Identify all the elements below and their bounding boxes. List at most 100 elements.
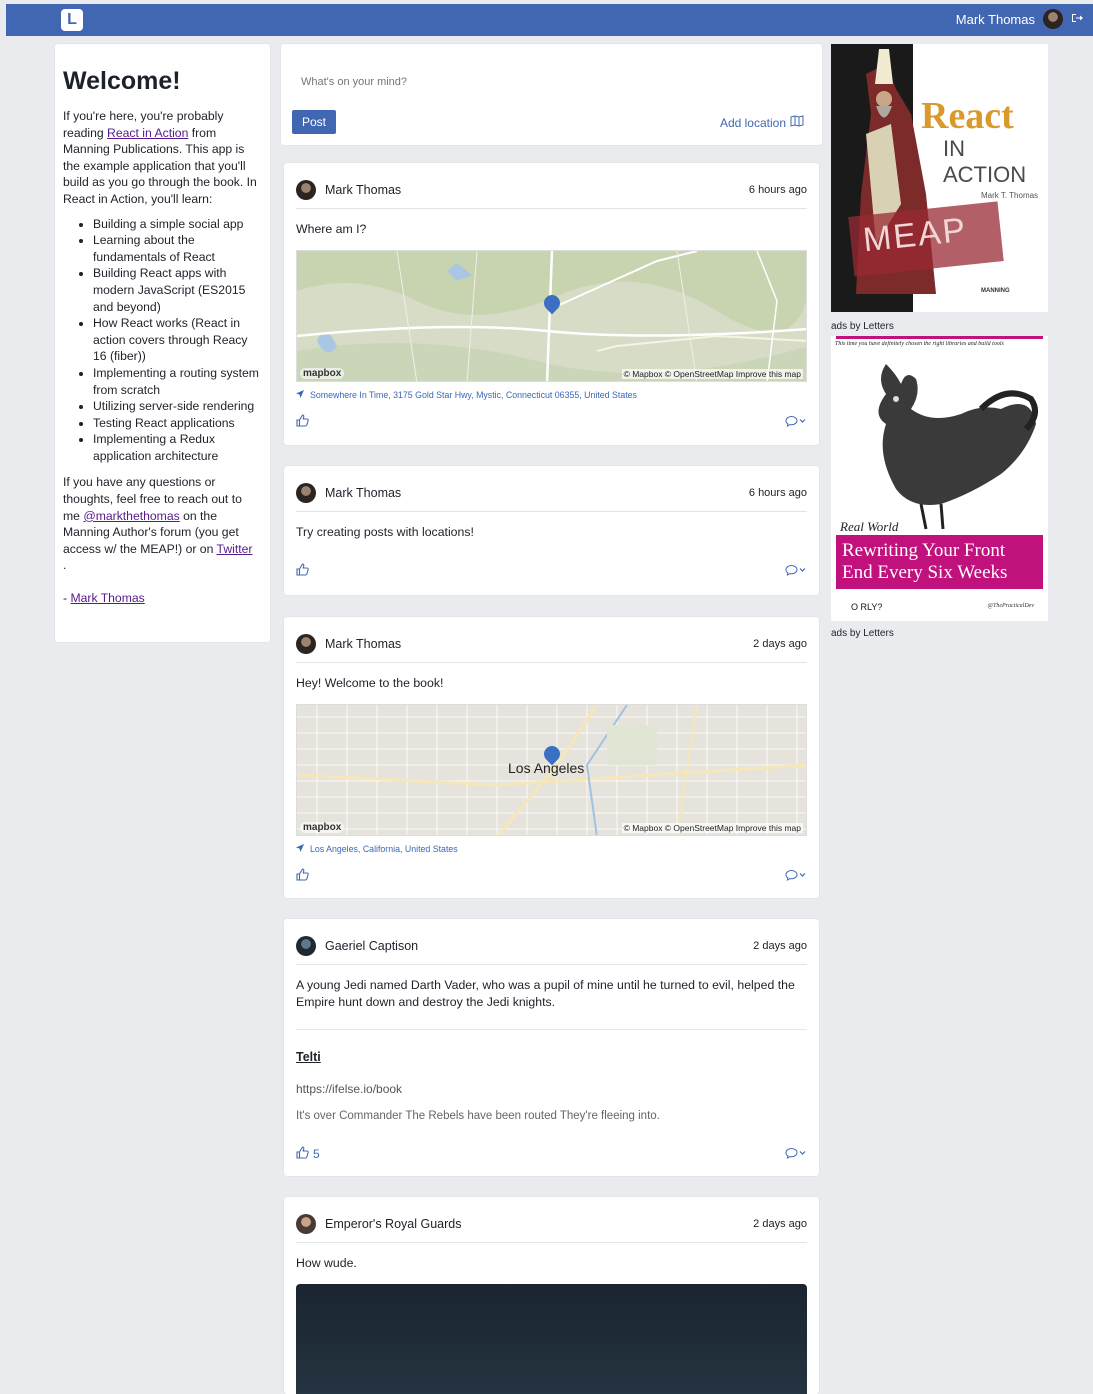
post-timestamp: 6 hours ago	[748, 183, 807, 196]
post-button[interactable]: Post	[292, 110, 337, 134]
author-avatar[interactable]	[296, 935, 316, 956]
feed-post: Emperor's Royal Guards 2 days ago How wu…	[284, 1197, 819, 1394]
ad-attribution: ads by Letters	[831, 628, 894, 639]
book-link[interactable]: React in Action	[107, 126, 188, 140]
link-preview-description: It's over Commander The Rebels have been…	[296, 1110, 660, 1122]
comments-toggle[interactable]	[785, 869, 807, 884]
ad-book-subtitle: IN ACTION	[943, 136, 1027, 187]
author-avatar[interactable]	[296, 633, 316, 654]
list-item: Utilizing server-side rendering	[93, 398, 262, 415]
ad-publisher-logo: O RLY?	[851, 602, 883, 612]
ad-accent-bar	[836, 336, 1043, 339]
post-author[interactable]: Mark Thomas	[325, 486, 401, 500]
post-actions	[296, 563, 807, 579]
feed-post: Mark Thomas 6 hours ago Where am I? mapb…	[284, 163, 819, 445]
feed-post: Mark Thomas 2 days ago Hey! Welcome to t…	[284, 617, 819, 898]
link-preview-title[interactable]: Telti	[296, 1050, 807, 1064]
logout-icon[interactable]	[1071, 12, 1083, 27]
location-map[interactable]: Los Angeles mapbox © Mapbox © OpenStreet…	[296, 704, 807, 836]
map-tiles	[297, 251, 806, 381]
comment-bubble-icon	[785, 1147, 807, 1162]
post-timestamp: 2 days ago	[753, 939, 807, 952]
author-avatar[interactable]	[296, 1213, 316, 1234]
map-attribution[interactable]: © Mapbox © OpenStreetMap Improve this ma…	[621, 369, 803, 379]
like-button[interactable]	[296, 414, 309, 430]
welcome-sidebar: Welcome! If you're here, you're probably…	[55, 44, 270, 642]
post-header: Emperor's Royal Guards 2 days ago	[296, 1205, 807, 1243]
like-button[interactable]	[296, 563, 309, 579]
comment-bubble-icon	[785, 869, 807, 884]
like-count: 5	[313, 1147, 320, 1161]
welcome-signature: - Mark Thomas	[63, 591, 145, 606]
author-link[interactable]: Mark Thomas	[70, 591, 144, 605]
thumbs-up-icon	[296, 1146, 309, 1162]
map-attribution[interactable]: © Mapbox © OpenStreetMap Improve this ma…	[621, 823, 803, 833]
post-timestamp: 6 hours ago	[748, 486, 807, 499]
post-content: How wude.	[296, 1256, 357, 1270]
ad-book-publisher: MANNING	[981, 288, 1010, 294]
post-author[interactable]: Gaeriel Captison	[325, 939, 418, 953]
post-content: A young Jedi named Darth Vader, who was …	[296, 978, 795, 1009]
ad-book-author: Mark T. Thomas	[981, 191, 1039, 200]
post-composer: Post Add location	[281, 44, 822, 145]
learning-list: Building a simple social app Learning ab…	[93, 216, 262, 465]
post-location[interactable]: Los Angeles, California, United States	[296, 844, 807, 854]
post-timestamp: 2 days ago	[753, 1217, 807, 1230]
comments-toggle[interactable]	[785, 1147, 807, 1162]
comments-toggle[interactable]	[785, 415, 807, 430]
author-avatar[interactable]	[296, 482, 316, 503]
ad-book-kicker: Real World	[840, 519, 899, 534]
add-location-label: Add location	[719, 115, 786, 130]
post-content: Where am I?	[296, 222, 367, 236]
thumbs-up-icon	[296, 414, 309, 430]
thumbs-up-icon	[296, 563, 309, 579]
post-location[interactable]: Somewhere In Time, 3175 Gold Star Hwy, M…	[296, 390, 807, 400]
post-actions	[296, 868, 807, 884]
post-location-text: Los Angeles, California, United States	[310, 844, 458, 854]
user-avatar[interactable]	[1043, 9, 1063, 29]
post-image[interactable]	[296, 1284, 807, 1394]
list-item: Building React apps with modern JavaScri…	[93, 265, 262, 315]
ad-tagline: This time you have definitely chosen the…	[835, 341, 1004, 347]
post-header: Mark Thomas 2 days ago	[296, 625, 807, 663]
location-arrow-icon	[296, 390, 304, 400]
add-location-button[interactable]: Add location	[720, 115, 804, 130]
link-preview-url[interactable]: https://ifelse.io/book	[296, 1082, 807, 1096]
thumbs-up-icon	[296, 868, 309, 884]
ad-banner-react-in-action[interactable]: React IN ACTION Mark T. Thomas MEAP MANN…	[831, 44, 1048, 312]
twitter-link[interactable]: Twitter	[217, 542, 253, 556]
feed-post: Mark Thomas 6 hours ago Try creating pos…	[284, 466, 819, 595]
post-location-text: Somewhere In Time, 3175 Gold Star Hwy, M…	[310, 390, 637, 400]
post-content: Hey! Welcome to the book!	[296, 676, 444, 690]
feed-post: Gaeriel Captison 2 days ago A young Jedi…	[284, 919, 819, 1176]
list-item: Implementing a routing system from scrat…	[93, 365, 262, 398]
mapbox-logo[interactable]: mapbox	[300, 368, 345, 379]
app-logo[interactable]: L	[61, 9, 83, 31]
ad-book-title-line1: Rewriting Your Front	[842, 540, 1006, 561]
welcome-outro: If you have any questions or thoughts, f…	[63, 475, 253, 573]
nav-user-menu[interactable]: Mark Thomas	[956, 9, 1083, 29]
ad-banner-orly-book[interactable]: This time you have definitely chosen the…	[831, 336, 1048, 621]
ad-book-title-line2: End Every Six Weeks	[842, 562, 1008, 583]
post-header: Mark Thomas 6 hours ago	[296, 171, 807, 209]
location-arrow-icon	[296, 844, 304, 854]
like-button[interactable]	[296, 868, 309, 884]
post-actions: 5	[296, 1146, 807, 1162]
rooster-illustration	[878, 364, 1038, 530]
ad-book-title-block: Rewriting Your Front End Every Six Weeks	[836, 535, 1043, 589]
comments-toggle[interactable]	[785, 564, 807, 579]
post-author[interactable]: Emperor's Royal Guards	[325, 1217, 461, 1231]
post-author[interactable]: Mark Thomas	[325, 183, 401, 197]
post-author[interactable]: Mark Thomas	[325, 637, 401, 651]
like-button[interactable]: 5	[296, 1146, 320, 1162]
comment-bubble-icon	[785, 415, 807, 430]
ad-book-title: React	[921, 95, 1014, 137]
author-avatar[interactable]	[296, 179, 316, 200]
nav-user-name[interactable]: Mark Thomas	[956, 12, 1035, 27]
link-preview[interactable]: Telti https://ifelse.io/book It's over C…	[296, 1029, 807, 1122]
handle-link[interactable]: @markthethomas	[83, 509, 179, 523]
post-timestamp: 2 days ago	[753, 637, 807, 650]
mapbox-logo[interactable]: mapbox	[300, 822, 345, 833]
location-map[interactable]: mapbox © Mapbox © OpenStreetMap Improve …	[296, 250, 807, 382]
post-input[interactable]	[301, 76, 802, 88]
